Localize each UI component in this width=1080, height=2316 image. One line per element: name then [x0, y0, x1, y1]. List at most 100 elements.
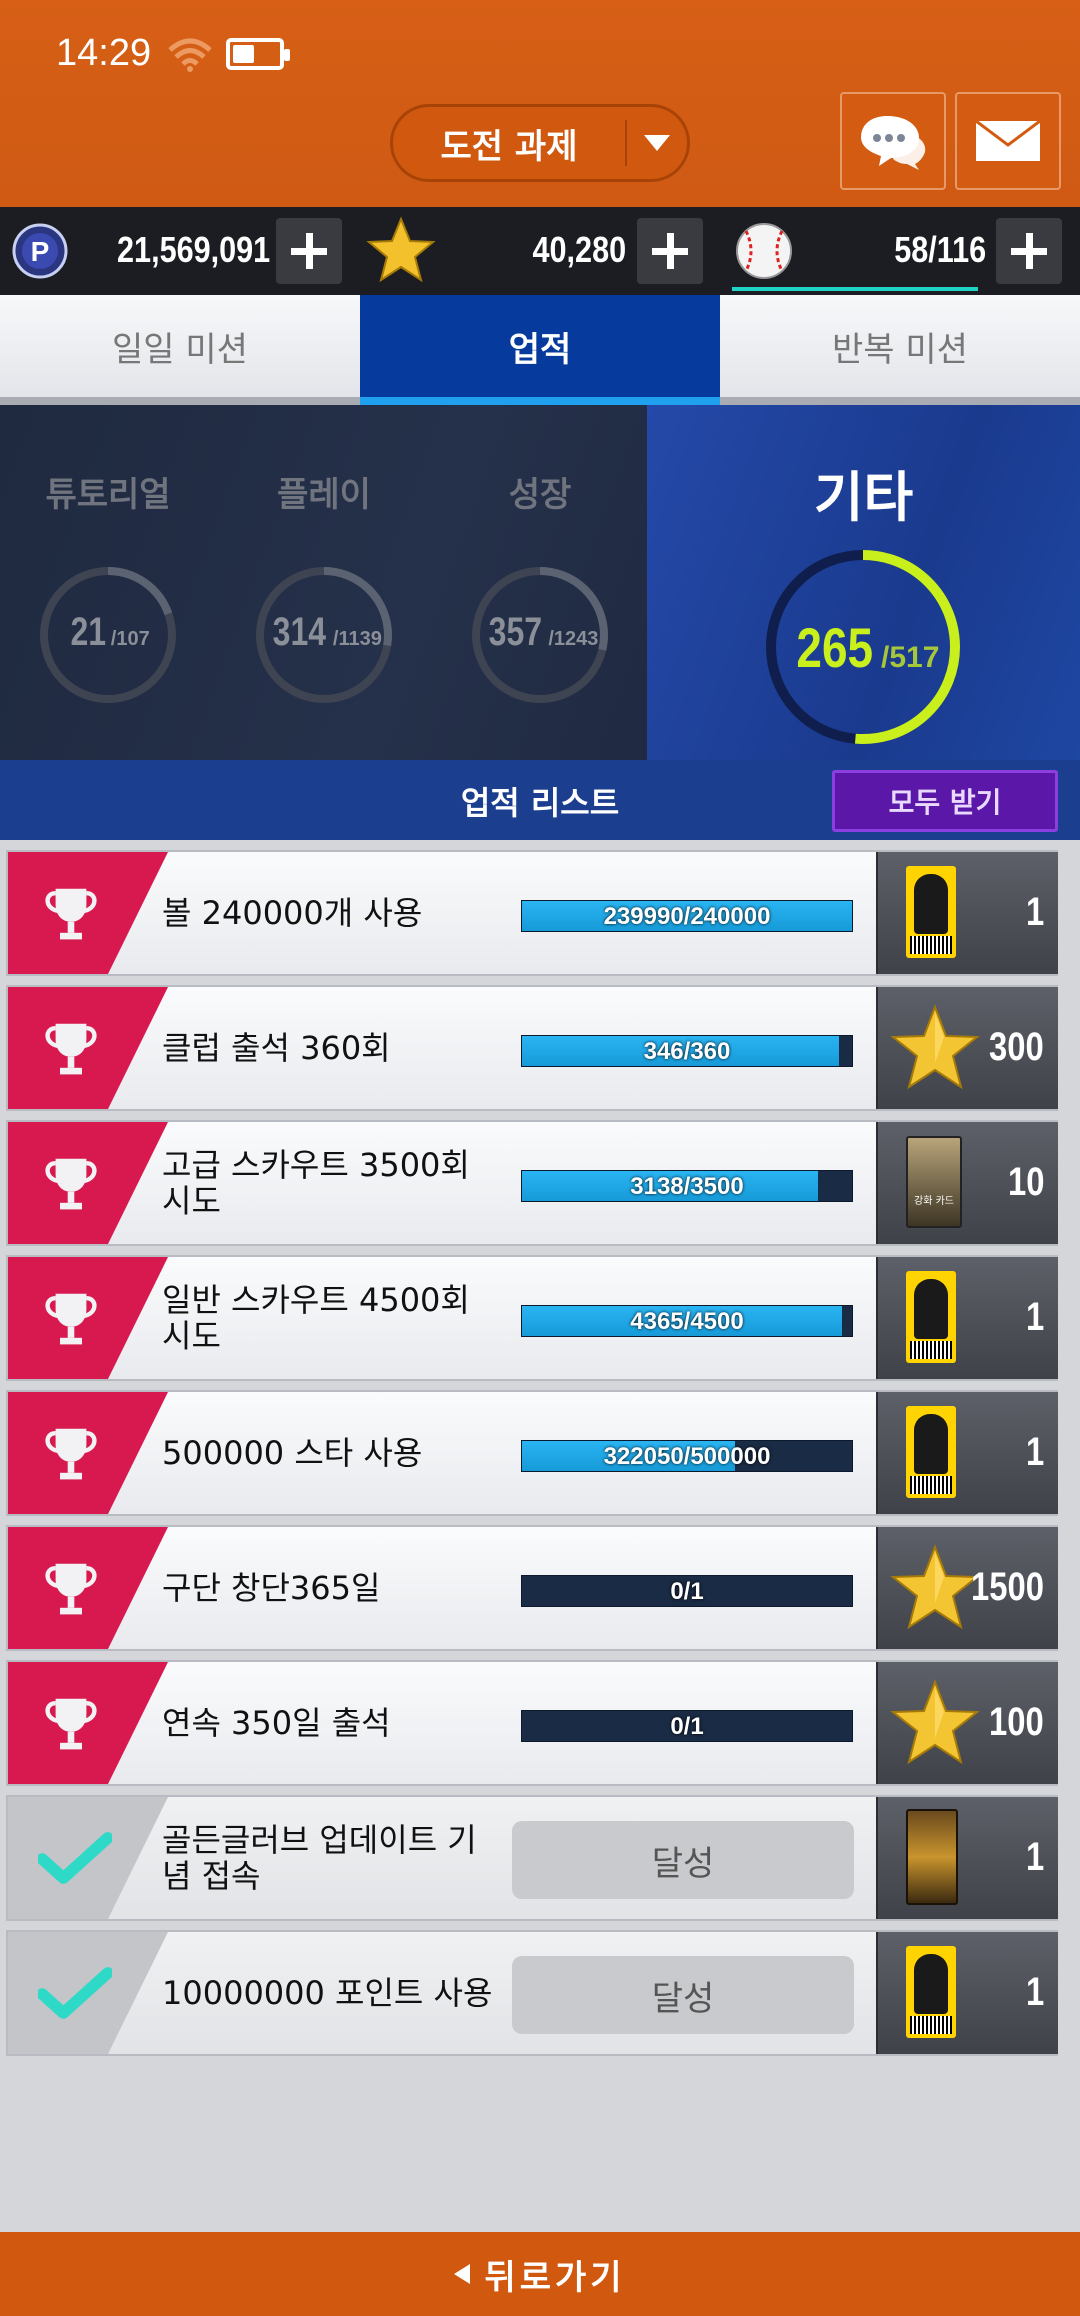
status-time: 14:29	[56, 32, 152, 74]
scout-ticket-icon	[906, 1271, 956, 1363]
trophy-icon	[45, 1293, 97, 1345]
category-name: 튜토리얼	[45, 475, 171, 515]
category-count: 314/1139	[272, 610, 382, 654]
balls-currency: 58/116	[720, 207, 1080, 295]
achievement-title: 연속 350일 출석	[162, 1704, 391, 1742]
reward-box[interactable]: 1	[876, 1257, 1058, 1379]
balls-gauge	[732, 287, 978, 291]
stars-value: 40,280	[532, 229, 626, 270]
achievement-progress-bar: 3138/3500	[521, 1170, 853, 1202]
achievement-row[interactable]: 500000 스타 사용 322050/500000 1	[6, 1390, 1058, 1516]
achievement-title: 구단 창단365일	[162, 1569, 381, 1607]
chevron-down-icon	[627, 135, 687, 151]
progress-text: 3138/3500	[630, 1173, 744, 1200]
chat-bubble-icon	[861, 116, 926, 170]
trophy-icon	[45, 1158, 97, 1210]
mail-button[interactable]	[955, 92, 1061, 190]
tab-daily-missions[interactable]: 일일 미션	[0, 295, 360, 405]
progress-text: 0/1	[670, 1713, 704, 1740]
trophy-icon	[45, 1698, 97, 1750]
trophy-icon	[45, 1023, 97, 1075]
progress-text: 239990/240000	[603, 903, 771, 930]
tab-repeat-missions[interactable]: 반복 미션	[720, 295, 1080, 405]
star-reward-icon	[890, 1679, 980, 1765]
add-points-button[interactable]	[276, 218, 342, 284]
category-name: 플레이	[277, 475, 371, 515]
badge-symbol	[38, 880, 104, 950]
scout-ticket-icon	[906, 1946, 956, 2038]
reward-box[interactable]: 300	[876, 987, 1058, 1109]
achievement-row[interactable]: 볼 240000개 사용 239990/240000 1	[6, 850, 1058, 976]
baseball-icon	[736, 223, 792, 279]
tab-achievements[interactable]: 업적	[360, 295, 720, 405]
trophy-icon	[45, 1563, 97, 1615]
category-growth[interactable]: 성장 357/1243	[432, 405, 648, 760]
achievement-title: 10000000 포인트 사용	[162, 1974, 493, 2012]
scout-ticket-icon	[906, 866, 956, 958]
reward-amount: 1	[1025, 1430, 1044, 1474]
badge-symbol	[38, 1015, 104, 1085]
category-etc[interactable]: 기타 265/517	[647, 405, 1080, 760]
chat-button[interactable]	[840, 92, 946, 190]
achievement-row[interactable]: 클럽 출석 360회 346/360 300	[6, 985, 1058, 1111]
achievement-row[interactable]: 10000000 포인트 사용 달성 1	[6, 1930, 1058, 2056]
reward-amount: 1	[1025, 1295, 1044, 1339]
dropdown-label: 도전 과제	[440, 126, 578, 167]
achievement-progress-bar: 0/1	[521, 1710, 853, 1742]
points-currency: P 21,569,091	[0, 207, 350, 295]
badge-symbol	[36, 1831, 114, 1889]
category-name: 기타	[813, 466, 914, 529]
category-count: 265/517	[795, 616, 940, 679]
achievement-title: 골든글러브 업데이트 기념 접속	[162, 1821, 477, 1895]
completed-badge: 달성	[512, 1821, 854, 1899]
reward-amount: 1500	[971, 1565, 1044, 1609]
battery-icon	[226, 38, 290, 70]
achievement-title: 500000 스타 사용	[162, 1434, 423, 1472]
achievement-progress-bar: 322050/500000	[521, 1440, 853, 1472]
trophy-icon	[45, 1428, 97, 1480]
back-button[interactable]: 뒤로가기	[0, 2232, 1080, 2316]
reward-box[interactable]: 1500	[876, 1527, 1058, 1649]
achievement-row[interactable]: 구단 창단365일 0/1 1500	[6, 1525, 1058, 1651]
add-balls-button[interactable]	[996, 218, 1062, 284]
category-play[interactable]: 플레이 314/1139	[216, 405, 432, 760]
progress-text: 322050/500000	[603, 1443, 771, 1470]
achievement-row[interactable]: 연속 350일 출석 0/1 100	[6, 1660, 1058, 1786]
badge-symbol	[38, 1555, 104, 1625]
claim-all-button[interactable]: 모두 받기	[832, 770, 1058, 832]
category-name: 성장	[508, 475, 572, 515]
reward-amount: 1	[1025, 890, 1044, 934]
points-value: 21,569,091	[116, 229, 270, 270]
reward-amount: 10	[1007, 1160, 1044, 1204]
achievement-title: 일반 스카우트 4500회 시도	[162, 1281, 470, 1355]
progress-text: 0/1	[670, 1578, 704, 1605]
mission-type-dropdown[interactable]: 도전 과제	[390, 104, 690, 182]
reward-box[interactable]: 100	[876, 1662, 1058, 1784]
reward-box[interactable]: 1	[876, 1797, 1058, 1919]
check-icon	[36, 1967, 114, 2019]
achievement-progress-bar: 346/360	[521, 1035, 853, 1067]
top-bar: 14:29 도전 과제	[0, 0, 1080, 207]
star-reward-icon	[890, 1004, 980, 1090]
mission-tabs: 일일 미션 업적 반복 미션	[0, 295, 1080, 405]
achievement-row[interactable]: 고급 스카우트 3500회 시도 3138/3500 강화 카드 10	[6, 1120, 1058, 1246]
reward-box[interactable]: 1	[876, 1392, 1058, 1514]
achievement-row[interactable]: 골든글러브 업데이트 기념 접속 달성 1	[6, 1795, 1058, 1921]
reward-amount: 100	[989, 1700, 1044, 1744]
back-label: 뒤로가기	[484, 2257, 626, 2298]
reward-amount: 1	[1025, 1970, 1044, 2014]
achievement-title: 클럽 출석 360회	[162, 1029, 391, 1067]
svg-text:P: P	[31, 236, 50, 267]
reward-box[interactable]: 1	[876, 852, 1058, 974]
achievement-title: 고급 스카우트 3500회 시도	[162, 1146, 470, 1220]
add-stars-button[interactable]	[637, 218, 703, 284]
category-tutorial[interactable]: 튜토리얼 21/107	[0, 405, 216, 760]
badge-symbol	[38, 1690, 104, 1760]
reward-amount: 300	[989, 1025, 1044, 1069]
reward-box[interactable]: 1	[876, 1932, 1058, 2054]
reward-box[interactable]: 강화 카드 10	[876, 1122, 1058, 1244]
achievement-list-header: 업적 리스트 모두 받기	[0, 760, 1080, 840]
scout-ticket-icon	[906, 1406, 956, 1498]
achievement-row[interactable]: 일반 스카우트 4500회 시도 4365/4500 1	[6, 1255, 1058, 1381]
golden-glove-pack-icon	[906, 1809, 958, 1905]
